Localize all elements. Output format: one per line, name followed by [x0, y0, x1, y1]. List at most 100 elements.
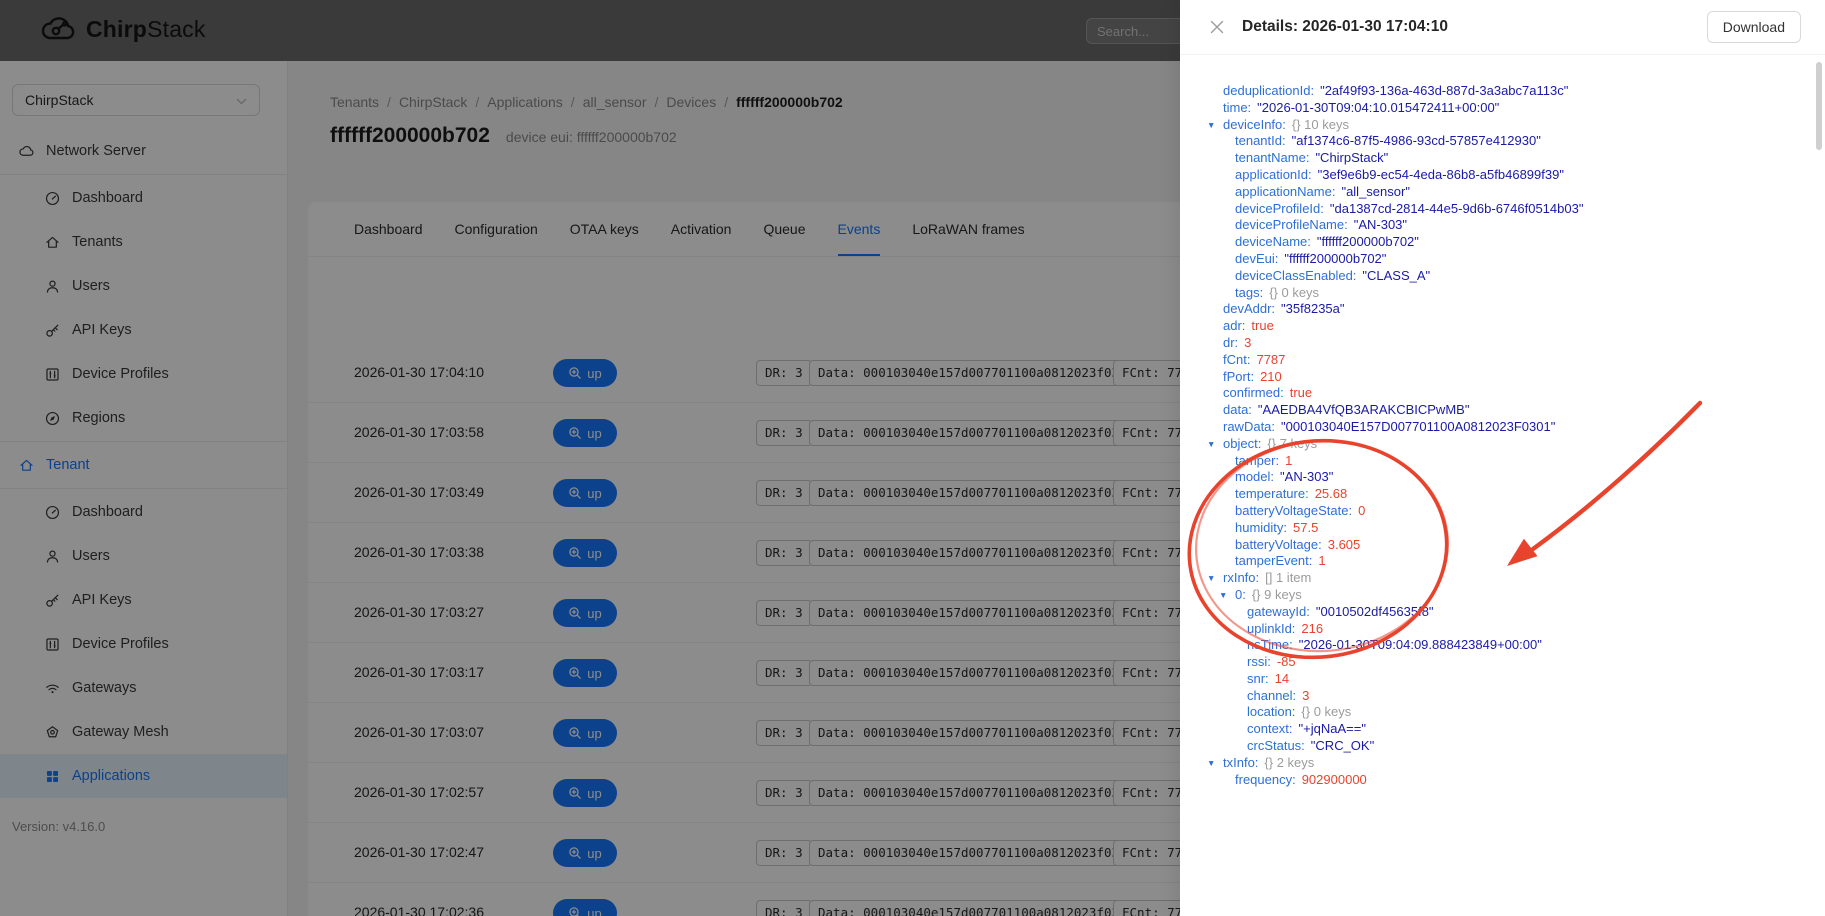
json-meta: {} 9 keys	[1252, 587, 1302, 602]
json-key: dr:	[1223, 335, 1238, 350]
json-key: rawData:	[1223, 419, 1275, 434]
json-key: location:	[1247, 704, 1295, 719]
json-value: "2026-01-30T09:04:10.015472411+00:00"	[1257, 100, 1499, 115]
drawer-title: Details: 2026-01-30 17:04:10	[1242, 18, 1448, 36]
drawer-mask[interactable]	[0, 0, 1180, 916]
json-value: 57.5	[1293, 520, 1318, 535]
json-key: gatewayId:	[1247, 604, 1310, 619]
json-value: 1	[1318, 553, 1325, 568]
json-value: 1	[1285, 453, 1292, 468]
json-line-rawData: rawData: "000103040E157D007701100A0812023…	[1204, 419, 1807, 436]
json-key: tenantId:	[1235, 133, 1286, 148]
json-value: "ChirpStack"	[1315, 150, 1388, 165]
json-value: "CLASS_A"	[1362, 268, 1430, 283]
json-key: model:	[1235, 469, 1274, 484]
json-value: "+jqNaA=="	[1299, 721, 1366, 736]
json-key: object:	[1223, 436, 1261, 451]
json-line-fCnt: fCnt: 7787	[1204, 352, 1807, 369]
json-line-deviceName: deviceName:"ffffff200000b702"	[1204, 234, 1807, 251]
json-line-deviceInfo: ▼deviceInfo:{} 10 keys	[1204, 117, 1807, 134]
json-value: 902900000	[1302, 772, 1367, 787]
json-line-rxInfo: ▼rxInfo:[] 1 item	[1204, 570, 1807, 587]
collapse-arrow-icon[interactable]: ▼	[1219, 587, 1227, 604]
json-line-batteryVoltageState: batteryVoltageState:0	[1204, 503, 1807, 520]
json-line-temperature: temperature:25.68	[1204, 486, 1807, 503]
collapse-arrow-icon[interactable]: ▼	[1207, 570, 1215, 587]
json-value: "2026-01-30T09:04:09.888423849+00:00"	[1299, 637, 1542, 652]
drawer-header: Details: 2026-01-30 17:04:10 Download	[1180, 0, 1825, 55]
json-key: deviceProfileName:	[1235, 217, 1348, 232]
json-meta: {} 10 keys	[1292, 117, 1349, 132]
json-tree: deduplicationId: "2af49f93-136a-463d-887d…	[1180, 55, 1825, 812]
json-value: 0	[1358, 503, 1365, 518]
json-value: "all_sensor"	[1341, 184, 1410, 199]
json-value: 3	[1302, 688, 1309, 703]
json-line-batteryVoltage: batteryVoltage:3.605	[1204, 537, 1807, 554]
json-meta: {} 7 keys	[1267, 436, 1317, 451]
download-button[interactable]: Download	[1707, 11, 1801, 43]
json-line-uplinkId: uplinkId:216	[1204, 621, 1807, 638]
json-line-object: ▼ object: {} 7 keys	[1204, 436, 1807, 453]
json-line-applicationId: applicationId:"3ef9e6b9-ec54-4eda-86b8-a…	[1204, 167, 1807, 184]
json-line-tenantName: tenantName: "ChirpStack"	[1204, 150, 1807, 167]
json-key: deviceName:	[1235, 234, 1311, 249]
json-value: "AN-303"	[1280, 469, 1333, 484]
json-value: "da1387cd-2814-44e5-9d6b-6746f0514b03"	[1330, 201, 1584, 216]
json-line-0: ▼ 0: {} 9 keys	[1204, 587, 1807, 604]
drawer-scrollbar[interactable]	[1816, 62, 1822, 150]
json-key: txInfo:	[1223, 755, 1258, 770]
json-key: tamper:	[1235, 453, 1279, 468]
collapse-arrow-icon[interactable]: ▼	[1207, 436, 1215, 453]
json-key: deviceProfileId:	[1235, 201, 1324, 216]
json-meta: {} 0 keys	[1269, 285, 1319, 300]
json-key: applicationName:	[1235, 184, 1335, 199]
json-key: fPort:	[1223, 369, 1254, 384]
json-line-nsTime: nsTime:"2026-01-30T09:04:09.888423849+00…	[1204, 637, 1807, 654]
json-key: tamperEvent:	[1235, 553, 1312, 568]
json-key: deviceClassEnabled:	[1235, 268, 1356, 283]
json-key: context:	[1247, 721, 1293, 736]
json-line-tenantId: tenantId: "af1374c6-87f5-4986-93cd-57857e…	[1204, 133, 1807, 150]
json-value: "AAEDBA4VfQB3ARAKCBICPwMB"	[1258, 402, 1470, 417]
json-line-channel: channel:3	[1204, 688, 1807, 705]
json-line-fPort: fPort:210	[1204, 369, 1807, 386]
json-value: 14	[1275, 671, 1289, 686]
json-value: 25.68	[1315, 486, 1348, 501]
json-key: deduplicationId:	[1223, 83, 1314, 98]
json-key: uplinkId:	[1247, 621, 1295, 636]
json-line-rssi: rssi: -85	[1204, 654, 1807, 671]
json-line-deviceClassEnabled: deviceClassEnabled: "CLASS_A"	[1204, 268, 1807, 285]
collapse-arrow-icon[interactable]: ▼	[1207, 755, 1215, 772]
json-value: 7787	[1256, 352, 1285, 367]
json-key: devEui:	[1235, 251, 1278, 266]
json-value: "2af49f93-136a-463d-887d-3a3abc7a113c"	[1320, 83, 1568, 98]
json-key: frequency:	[1235, 772, 1296, 787]
json-key: fCnt:	[1223, 352, 1250, 367]
close-icon[interactable]	[1206, 16, 1228, 38]
json-key: data:	[1223, 402, 1252, 417]
json-line-deviceProfileId: deviceProfileId: "da1387cd-2814-44e5-9d6b…	[1204, 201, 1807, 218]
details-drawer: Details: 2026-01-30 17:04:10 Download de…	[1180, 0, 1825, 916]
json-key: rssi:	[1247, 654, 1271, 669]
json-value: "35f8235a"	[1281, 301, 1344, 316]
json-value: "000103040E157D007701100A0812023F0301"	[1281, 419, 1555, 434]
json-key: rxInfo:	[1223, 570, 1259, 585]
json-value: -85	[1277, 654, 1296, 669]
json-value: true	[1251, 318, 1273, 333]
json-line-model: model: "AN-303"	[1204, 469, 1807, 486]
json-value: "af1374c6-87f5-4986-93cd-57857e412930"	[1292, 133, 1541, 148]
json-key: confirmed:	[1223, 385, 1284, 400]
json-key: crcStatus:	[1247, 738, 1305, 753]
json-key: humidity:	[1235, 520, 1287, 535]
json-line-gatewayId: gatewayId:"0010502df45635f8"	[1204, 604, 1807, 621]
json-line-dr: dr:3	[1204, 335, 1807, 352]
json-line-applicationName: applicationName: "all_sensor"	[1204, 184, 1807, 201]
json-key: tenantName:	[1235, 150, 1309, 165]
json-line-tags: tags: {} 0 keys	[1204, 285, 1807, 302]
collapse-arrow-icon[interactable]: ▼	[1207, 117, 1215, 134]
json-key: 0:	[1235, 587, 1246, 602]
json-key: tags:	[1235, 285, 1263, 300]
json-key: devAddr:	[1223, 301, 1275, 316]
json-value: "3ef9e6b9-ec54-4eda-86b8-a5fb46899f39"	[1318, 167, 1564, 182]
json-line-devEui: devEui:"ffffff200000b702"	[1204, 251, 1807, 268]
